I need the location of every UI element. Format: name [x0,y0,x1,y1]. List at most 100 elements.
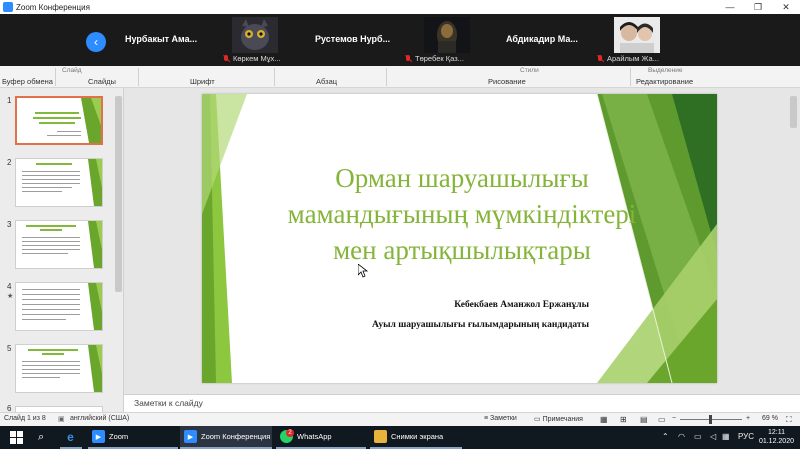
taskbar-edge[interactable]: e [60,426,82,449]
sorter-view-icon[interactable]: ⊞ [620,415,627,424]
slide-title-line: мамандығының мүмкіндіктері [287,199,637,229]
taskbar-zoom-meeting[interactable]: ▶ Zoom Конференция [180,426,272,449]
system-clock[interactable]: 12:11 01.12.2020 [759,428,794,446]
thumbnail-title-line [36,163,72,165]
taskbar-screenshots-label: Снимки экрана [391,432,444,441]
slide-thumbnail-1[interactable] [15,96,103,145]
ribbon-separator [55,68,56,86]
thumbnail-number: 4 [7,282,12,291]
participant-caption: Көркем Мұх... [222,54,281,63]
ribbon-separator [630,68,631,86]
thumbnail-text-line [22,294,80,296]
show-hidden-icons-icon[interactable]: ⌃ [662,432,669,441]
slide-title: Орман шаруашылығы мамандығының мүмкіндік… [242,160,682,268]
ribbon-group-paragraph: Абзац [316,77,338,86]
slide-degree: Ауыл шаруашылығы ғылымдарының кандидаты [371,320,589,330]
thumbnail-text-line [22,191,62,193]
slide-title-line: Орман шаруашылығы [335,163,589,193]
thumbnail-text-line [22,187,72,189]
windows-logo-icon [10,431,23,444]
participant-caption-text: Көркем Мұх... [233,54,281,63]
editor-scrollbar[interactable] [790,96,797,128]
zoom-logo-icon [3,2,13,12]
thumbnail-decoration [81,98,101,143]
taskbar-zoom-label: Zoom [109,432,129,441]
ribbon-styles-label[interactable]: Стили [520,67,539,74]
notes-placeholder: Заметки к слайду [134,398,203,408]
start-button[interactable] [6,426,23,449]
normal-view-icon[interactable]: ▦ [600,415,608,424]
ribbon-new-slide-label[interactable]: Слайд [62,67,82,74]
mouse-cursor-icon [358,264,368,278]
zoom-meeting-icon: ▶ [184,430,197,443]
thumbnail-number: 3 [7,220,12,229]
zoom-out-button[interactable]: − [672,415,676,422]
thumbnail-title-line [35,112,79,114]
thumbnail-title-line [26,225,76,227]
search-icon[interactable]: ⌕ [34,426,44,449]
slide-thumbnail-3[interactable] [15,220,103,269]
previous-page-icon[interactable]: ‹ [86,32,106,52]
comments-toggle-button[interactable]: ▭ Примечания [534,415,583,423]
participant-name: Абдикадир Ма... [506,34,578,44]
minimize-icon[interactable]: — [716,2,744,13]
close-icon[interactable]: ✕ [772,2,800,13]
volume-icon[interactable]: ◁ [710,432,716,441]
zoom-slider-thumb[interactable] [709,415,712,424]
zoom-titlebar: Zoom Конференция — ❐ ✕ [0,0,800,14]
notes-toggle-button[interactable]: ≡ Заметки [484,415,517,422]
current-slide[interactable]: Орман шаруашылығы мамандығының мүмкіндік… [202,94,717,383]
thumbnail-text-line [22,179,80,181]
taskbar-zoom[interactable]: ▶ Zoom [88,426,178,449]
ribbon-group-font: Шрифт [190,77,215,86]
slide-thumbnail-5[interactable] [15,344,103,393]
notes-pane[interactable]: Заметки к слайду [124,394,800,412]
thumbnail-text-line [22,253,68,255]
taskbar-screenshots[interactable]: Снимки экрана [370,426,462,449]
ribbon-separator [274,68,275,86]
slideshow-view-icon[interactable]: ▭ [658,415,666,424]
thumbnail-text-line [22,299,80,301]
slide-thumbnail-4[interactable] [15,282,103,331]
thumbnail-decoration [88,283,102,330]
participant-caption-text: Арайлым Жа... [607,54,659,63]
taskbar-whatsapp[interactable]: 2 WhatsApp [276,426,366,449]
ribbon-group-drawing: Рисование [488,77,526,86]
input-language[interactable]: РУС [738,432,754,441]
window-controls: — ❐ ✕ [716,2,800,13]
thumbnails-scrollbar[interactable] [115,96,122,292]
thumbnail-text-line [47,135,81,137]
thumbnail-text-line [22,314,80,316]
thumbnail-decoration [88,159,102,206]
ribbon-select-label[interactable]: Выделение [648,67,682,74]
thumbnail-title-line [28,349,78,351]
thumbnail-text-line [22,249,80,251]
language-indicator[interactable]: английский (США) [70,415,129,422]
screen: Zoom Конференция — ❐ ✕ ‹ Нурбакыт Ама...… [0,0,800,449]
maximize-icon[interactable]: ❐ [744,2,772,13]
taskbar: ⌕ e ▶ Zoom ▶ Zoom Конференция 2 WhatsApp… [0,426,800,449]
ribbon-group-editing: Редактирование [636,77,694,86]
edge-icon: e [67,429,74,444]
participant-name: Рустемов Нурб... [315,34,391,44]
clock-date: 01.12.2020 [758,438,794,445]
zoom-level[interactable]: 69 % [762,415,778,422]
slide-author: Кебекбаев Аманжол Ержанұлы [454,300,589,310]
taskbar-zoom-meeting-label: Zoom Конференция [201,432,271,441]
reading-view-icon[interactable]: ▤ [640,415,648,424]
thumbnail-text-line [22,245,80,247]
taskbar-whatsapp-label: WhatsApp [297,432,332,441]
comments-toggle-label: Примечания [542,416,583,423]
ribbon: Слайд Стили Выделение Буфер обмена Слайд… [0,66,800,88]
keyboard-icon[interactable]: ▦ [722,432,730,441]
thumbnail-decoration [88,345,102,392]
zoom-in-button[interactable]: + [746,415,750,422]
wifi-icon[interactable]: ◠ [678,432,685,441]
slide-thumbnail-2[interactable] [15,158,103,207]
fit-slide-icon[interactable]: ⛶ [786,415,792,425]
proofing-icon[interactable]: ▣ [58,415,65,423]
ribbon-separator [386,68,387,86]
participant-caption-text: Төребек Қаз... [415,54,464,63]
animation-star-icon: ★ [7,293,14,300]
battery-icon[interactable]: ▭ [694,432,702,441]
